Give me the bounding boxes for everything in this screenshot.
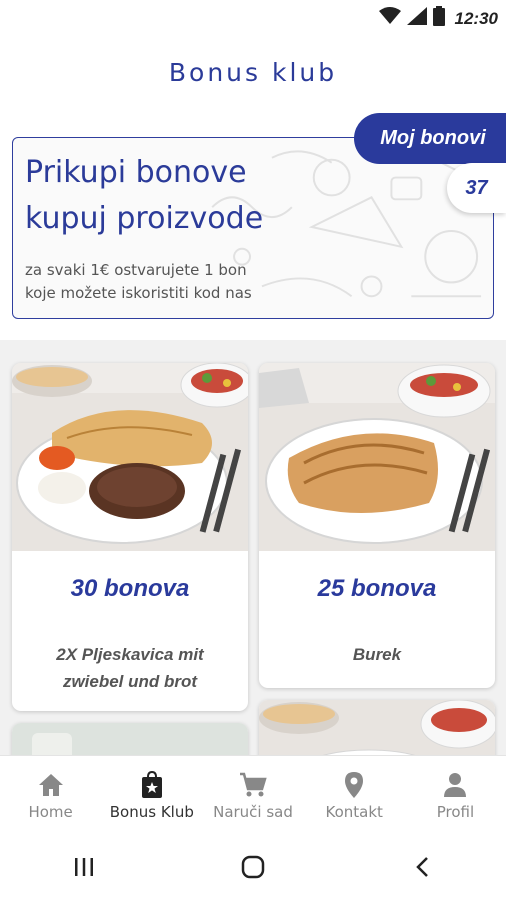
status-bar: 12:30 — [0, 0, 506, 34]
battery-icon — [432, 6, 445, 31]
banner-headline-line1: Prikupi bonove — [25, 155, 247, 190]
location-pin-icon — [340, 771, 368, 799]
nav-item-bonus-klub[interactable]: Bonus Klub — [101, 756, 202, 833]
nav-label: Naruči sad — [213, 803, 293, 821]
product-price: 25 bonova — [317, 575, 437, 602]
bonus-banner: Prikupi bonove kupuj proizvode za svaki … — [12, 137, 494, 319]
nav-item-profil[interactable]: Profil — [405, 756, 506, 833]
product-card-pljeskavica[interactable]: 30 bonova 2X Pljeskavica mit zwiebel und… — [12, 363, 248, 711]
signal-icon — [406, 7, 427, 30]
product-grid: 30 bonova 2X Pljeskavica mit zwiebel und… — [0, 340, 506, 755]
system-navigation-bar — [0, 833, 506, 900]
banner-headline: Prikupi bonove kupuj proizvode — [25, 150, 263, 242]
banner-subtext: za svaki 1€ ostvarujete 1 bon koje možet… — [25, 259, 252, 305]
product-name-line1: 2X Pljeskavica mit — [56, 645, 204, 664]
recents-icon[interactable] — [54, 847, 114, 887]
bonus-count-badge: 37 — [447, 163, 506, 213]
home-circle-icon[interactable] — [223, 847, 283, 887]
partial-product-photo — [259, 700, 495, 755]
nav-item-home[interactable]: Home — [0, 756, 101, 833]
shopping-bag-star-icon — [138, 771, 166, 799]
status-time: 12:30 — [454, 8, 498, 28]
burek-plate-photo — [259, 363, 495, 551]
home-icon — [37, 771, 65, 799]
my-bonuses-button[interactable]: Moj bonovi — [354, 113, 506, 164]
wifi-icon — [378, 7, 401, 30]
nav-label: Home — [28, 803, 73, 821]
status-icons: 12:30 — [378, 6, 498, 31]
nav-label: Kontakt — [325, 803, 383, 821]
product-card-partial[interactable] — [259, 700, 495, 755]
nav-label: Profil — [436, 803, 475, 821]
product-price: 30 bonova — [70, 575, 190, 602]
product-name-line2: zwiebel und brot — [62, 672, 198, 691]
bottom-navigation: Home Bonus Klub Naruči sad Kontakt Profi… — [0, 755, 506, 833]
banner-headline-line2: kupuj proizvode — [25, 201, 264, 236]
page-title: Bonus klub — [168, 58, 338, 87]
nav-item-naruci-sad[interactable]: Naruči sad — [202, 756, 303, 833]
back-icon[interactable] — [392, 847, 452, 887]
nav-item-kontakt[interactable]: Kontakt — [304, 756, 405, 833]
person-icon — [441, 771, 469, 799]
product-name: 2X Pljeskavica mit zwiebel und brot — [12, 641, 248, 695]
pljeskavica-plate-photo — [12, 363, 248, 551]
banner-subtext-line2: koje možete iskoristiti kod nas — [25, 284, 252, 302]
product-card-burek[interactable]: 25 bonova Burek — [259, 363, 495, 688]
product-name: Burek — [352, 645, 402, 664]
product-card-partial[interactable] — [12, 723, 248, 755]
cart-icon — [239, 771, 267, 799]
banner-subtext-line1: za svaki 1€ ostvarujete 1 bon — [25, 261, 247, 279]
partial-product-photo — [12, 723, 248, 755]
nav-label: Bonus Klub — [109, 803, 194, 821]
